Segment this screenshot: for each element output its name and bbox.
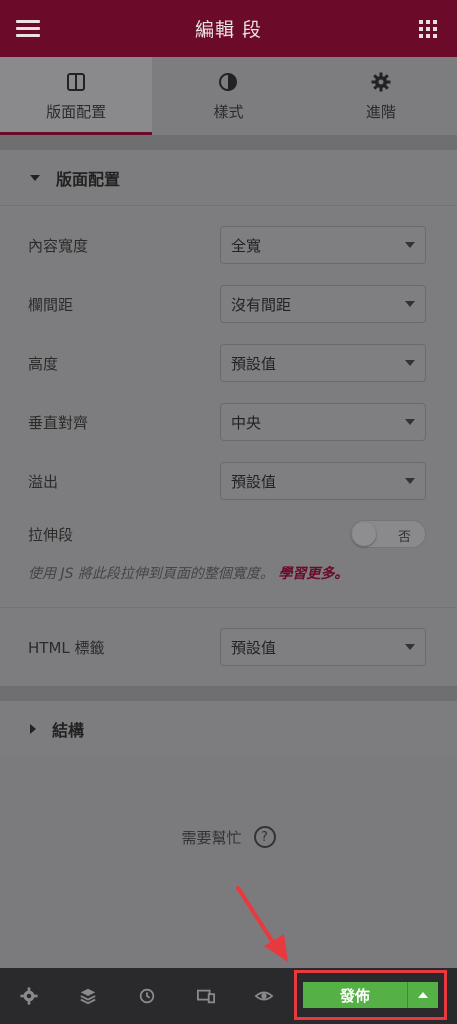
- layout-section-title: 版面配置: [56, 169, 121, 189]
- content-width-select[interactable]: 全寬: [220, 226, 426, 264]
- tab-advanced[interactable]: 進階: [305, 57, 457, 135]
- chevron-down-icon: [405, 242, 415, 248]
- vertical-align-row: 垂直對齊 中央: [28, 403, 426, 441]
- section-spacer: [0, 135, 457, 150]
- caret-up-icon: [417, 992, 428, 998]
- stretch-hint: 使用 JS 將此段拉伸到頁面的整個寬度。 學習更多。: [28, 563, 348, 583]
- columns-icon: [66, 71, 86, 93]
- annotation-arrow-icon: [236, 886, 288, 962]
- content-width-row: 內容寬度 全寬: [28, 226, 426, 264]
- settings-icon[interactable]: [19, 986, 39, 1006]
- chevron-down-icon: [405, 360, 415, 366]
- structure-section-header[interactable]: 結構: [0, 701, 457, 757]
- vertical-align-value: 中央: [231, 413, 262, 432]
- height-label: 高度: [28, 354, 59, 373]
- column-gap-label: 欄間距: [28, 295, 74, 314]
- section-spacer: [0, 686, 457, 701]
- responsive-icon[interactable]: [196, 986, 216, 1006]
- html-tag-select[interactable]: 預設值: [220, 628, 426, 666]
- overflow-row: 溢出 預設值: [28, 462, 426, 500]
- chevron-down-icon: [405, 644, 415, 650]
- overflow-value: 預設值: [231, 472, 277, 491]
- tab-style-label: 樣式: [213, 102, 244, 121]
- editor-header: 編輯 段: [0, 0, 457, 57]
- stretch-hint-text: 使用 JS 將此段拉伸到頁面的整個寬度。: [28, 566, 274, 582]
- column-gap-row: 欄間距 沒有間距: [28, 285, 426, 323]
- tab-bar: 版面配置 樣式 進階: [0, 57, 457, 135]
- html-tag-row: HTML 標籤 預設值: [28, 628, 426, 666]
- publish-button[interactable]: 發佈: [303, 982, 407, 1008]
- toggle-knob: [352, 522, 376, 546]
- chevron-down-icon: [405, 419, 415, 425]
- tab-layout-label: 版面配置: [46, 102, 107, 121]
- content-width-value: 全寬: [231, 236, 262, 255]
- tab-advanced-label: 進階: [365, 102, 396, 121]
- height-value: 預設值: [231, 354, 277, 373]
- vertical-align-label: 垂直對齊: [28, 413, 89, 432]
- publish-highlight: 發佈: [294, 970, 447, 1020]
- gear-icon: [371, 71, 391, 93]
- structure-section: 結構: [0, 701, 457, 757]
- tab-style[interactable]: 樣式: [152, 57, 304, 135]
- content-width-label: 內容寬度: [28, 236, 89, 255]
- vertical-align-select[interactable]: 中央: [220, 403, 426, 441]
- publish-options-button[interactable]: [406, 982, 438, 1008]
- overflow-select[interactable]: 預設值: [220, 462, 426, 500]
- structure-section-title: 結構: [52, 721, 85, 740]
- learn-more-link[interactable]: 學習更多。: [278, 566, 348, 582]
- history-icon[interactable]: [137, 986, 157, 1006]
- widgets-grid-icon[interactable]: [419, 20, 437, 38]
- html-tag-label: HTML 標籤: [28, 638, 105, 657]
- html-tag-value: 預設值: [231, 638, 277, 657]
- tab-layout[interactable]: 版面配置: [0, 57, 153, 135]
- stretch-label: 拉伸段: [28, 525, 74, 544]
- stretch-toggle[interactable]: 否: [350, 520, 426, 548]
- caret-down-icon: [30, 174, 40, 181]
- column-gap-value: 沒有間距: [231, 295, 292, 314]
- stretch-row: 拉伸段 否: [28, 515, 426, 553]
- overflow-label: 溢出: [28, 472, 59, 491]
- hamburger-menu-icon[interactable]: [16, 20, 40, 38]
- height-row: 高度 預設值: [28, 344, 426, 382]
- half-circle-icon: [218, 71, 238, 93]
- height-select[interactable]: 預設值: [220, 344, 426, 382]
- panel-title: 編輯 段: [194, 19, 263, 41]
- question-circle-icon: ?: [253, 826, 276, 848]
- chevron-down-icon: [405, 478, 415, 484]
- layers-icon[interactable]: [78, 986, 98, 1006]
- need-help[interactable]: 需要幫忙 ?: [0, 826, 457, 848]
- divider: [0, 607, 457, 608]
- need-help-label: 需要幫忙: [181, 828, 242, 847]
- layout-section-header[interactable]: 版面配置: [0, 150, 457, 206]
- stretch-toggle-text: 否: [397, 530, 411, 545]
- chevron-down-icon: [405, 301, 415, 307]
- publish-group: 發佈: [303, 982, 438, 1008]
- column-gap-select[interactable]: 沒有間距: [220, 285, 426, 323]
- caret-right-icon: [30, 724, 36, 734]
- eye-icon[interactable]: [254, 986, 274, 1006]
